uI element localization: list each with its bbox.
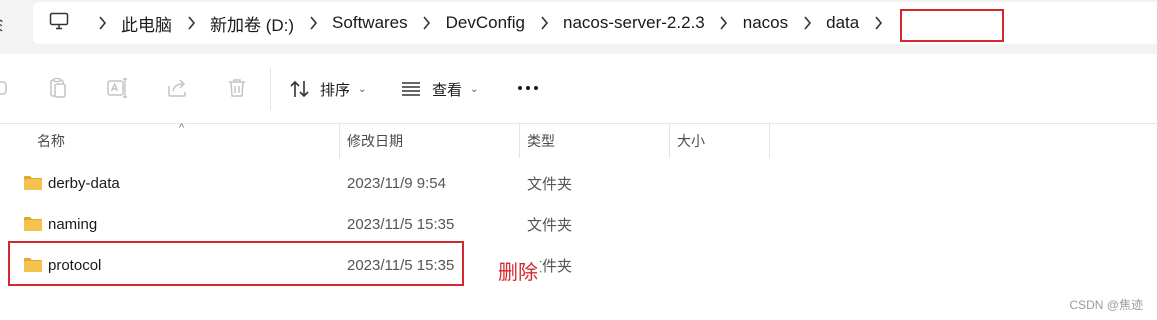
chevron-down-icon: ⌄ [358,83,367,95]
breadcrumb-data[interactable]: data [822,2,863,44]
toolbar-divider [270,68,271,110]
folder-icon [23,256,43,273]
folder-icon [23,174,43,191]
column-header-date[interactable]: 修改日期 [347,124,403,158]
file-name: derby-data [48,174,120,192]
folder-icon [23,215,43,232]
file-date: 2023/11/9 9:54 [347,174,446,192]
file-name: protocol [48,256,102,274]
column-header-row: ^ 名称 修改日期 类型 大小 [0,122,1157,158]
breadcrumb-chevron-icon[interactable] [412,16,442,30]
column-header-type[interactable]: 类型 [527,124,555,158]
breadcrumb-chevron-icon[interactable] [529,16,559,30]
breadcrumb-label: data [826,13,860,32]
cut-off-glyph: ﾐ [0,18,5,35]
sort-ascending-icon: ^ [179,122,185,134]
breadcrumb-label: 此电脑 [121,15,172,35]
file-type: 文件夹 [527,175,573,193]
breadcrumb-nacos-server[interactable]: nacos-server-2.2.3 [559,2,709,44]
view-label: 查看 [432,81,463,99]
breadcrumb-label: nacos-server-2.2.3 [563,13,705,32]
column-header-name[interactable]: 名称 [37,124,65,158]
command-bar: 排序 ⌄ 查看 ⌄ [0,54,1157,124]
breadcrumb-label: Softwares [332,13,408,32]
breadcrumb-drive-d[interactable]: 新加卷 (D:) [206,2,298,44]
column-divider[interactable] [339,124,340,158]
file-name: naming [48,215,98,233]
address-bar-region: ﾐ 此电脑 新加卷 (D:) Softwares DevConfig nacos… [0,0,1157,54]
sort-icon [289,79,311,99]
column-divider[interactable] [519,124,520,158]
sort-label: 排序 [320,81,351,99]
delete-annotation: 删除 [498,256,540,285]
more-options-icon[interactable] [518,86,538,90]
file-date: 2023/11/5 15:35 [347,256,455,274]
file-row-derby-data[interactable]: derby-data 2023/11/9 9:54 文件夹 [0,163,1157,203]
breadcrumb-label: DevConfig [445,13,526,32]
breadcrumb-chevron-icon[interactable] [87,16,117,30]
breadcrumb-devconfig[interactable]: DevConfig [442,2,529,44]
breadcrumb-label: 新加卷 (D:) [210,15,295,35]
watermark: CSDN @焦迹 [1069,298,1143,312]
more-dot [526,86,530,90]
share-icon[interactable] [165,76,189,100]
cut-icon[interactable] [0,76,10,100]
column-divider[interactable] [669,124,670,158]
breadcrumb-softwares[interactable]: Softwares [328,2,412,44]
column-header-size[interactable]: 大小 [677,124,705,158]
file-explorer-window: ﾐ 此电脑 新加卷 (D:) Softwares DevConfig nacos… [0,0,1157,320]
file-row-naming[interactable]: naming 2023/11/5 15:35 文件夹 [0,204,1157,244]
computer-icon[interactable] [49,12,69,35]
more-dot [534,86,538,90]
view-list-icon [400,79,422,99]
paste-icon[interactable] [46,76,70,100]
view-button[interactable]: 查看 ⌄ [400,74,478,104]
breadcrumb-chevron-icon[interactable] [298,16,328,30]
chevron-down-icon: ⌄ [470,83,479,95]
breadcrumb-nacos[interactable]: nacos [739,2,792,44]
file-date: 2023/11/5 15:35 [347,215,455,233]
breadcrumb-chevron-icon[interactable] [709,16,739,30]
file-type: 文件夹 [527,216,573,234]
column-divider[interactable] [769,124,770,158]
delete-icon[interactable] [225,76,249,100]
sort-button[interactable]: 排序 ⌄ [289,74,366,104]
more-dot [518,86,522,90]
breadcrumb-label: nacos [742,13,789,32]
address-bar[interactable]: 此电脑 新加卷 (D:) Softwares DevConfig nacos-s… [33,2,1157,44]
breadcrumb-chevron-icon[interactable] [792,16,822,30]
breadcrumb-this-pc[interactable]: 此电脑 [117,2,176,44]
breadcrumb-chevron-icon[interactable] [176,16,206,30]
file-row-protocol[interactable]: protocol 2023/11/5 15:35 文件夹 [0,245,1157,285]
breadcrumb-chevron-icon[interactable] [863,16,893,30]
rename-icon[interactable] [105,76,129,100]
